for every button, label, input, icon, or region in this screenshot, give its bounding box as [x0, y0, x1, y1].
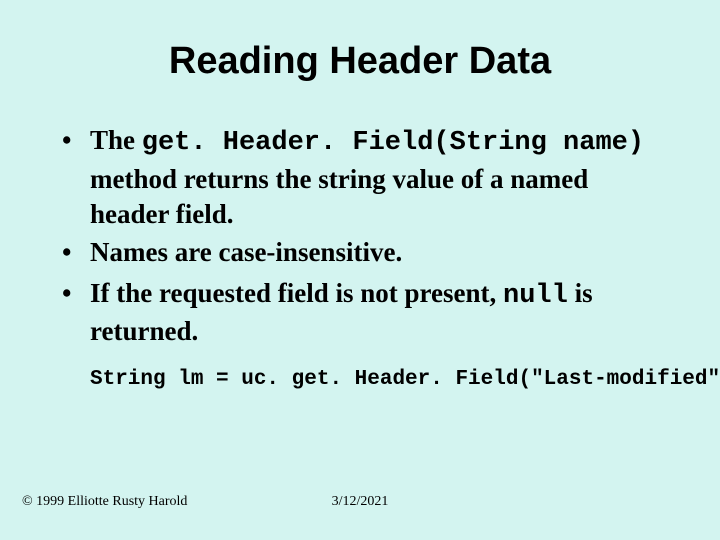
bullet-code: get. Header. Field(String name) — [142, 128, 644, 158]
bullet-item: If the requested field is not present, n… — [56, 276, 672, 350]
bullet-item: The get. Header. Field(String name) meth… — [56, 123, 672, 233]
bullet-list: The get. Header. Field(String name) meth… — [48, 123, 672, 350]
bullet-code: null — [503, 281, 568, 311]
bullet-text-pre: The — [90, 125, 142, 155]
slide: Reading Header Data The get. Header. Fie… — [0, 0, 720, 540]
bullet-item: Names are case-insensitive. — [56, 235, 672, 274]
footer-date: 3/12/2021 — [0, 494, 720, 510]
bullet-text-pre: Names are case-insensitive. — [90, 237, 402, 267]
bullet-text-pre: If the requested field is not present, — [90, 278, 503, 308]
code-example: String lm = uc. get. Header. Field("Last… — [48, 368, 672, 391]
slide-title: Reading Header Data — [48, 40, 672, 83]
bullet-text-post: method returns the string value of a nam… — [90, 164, 588, 230]
